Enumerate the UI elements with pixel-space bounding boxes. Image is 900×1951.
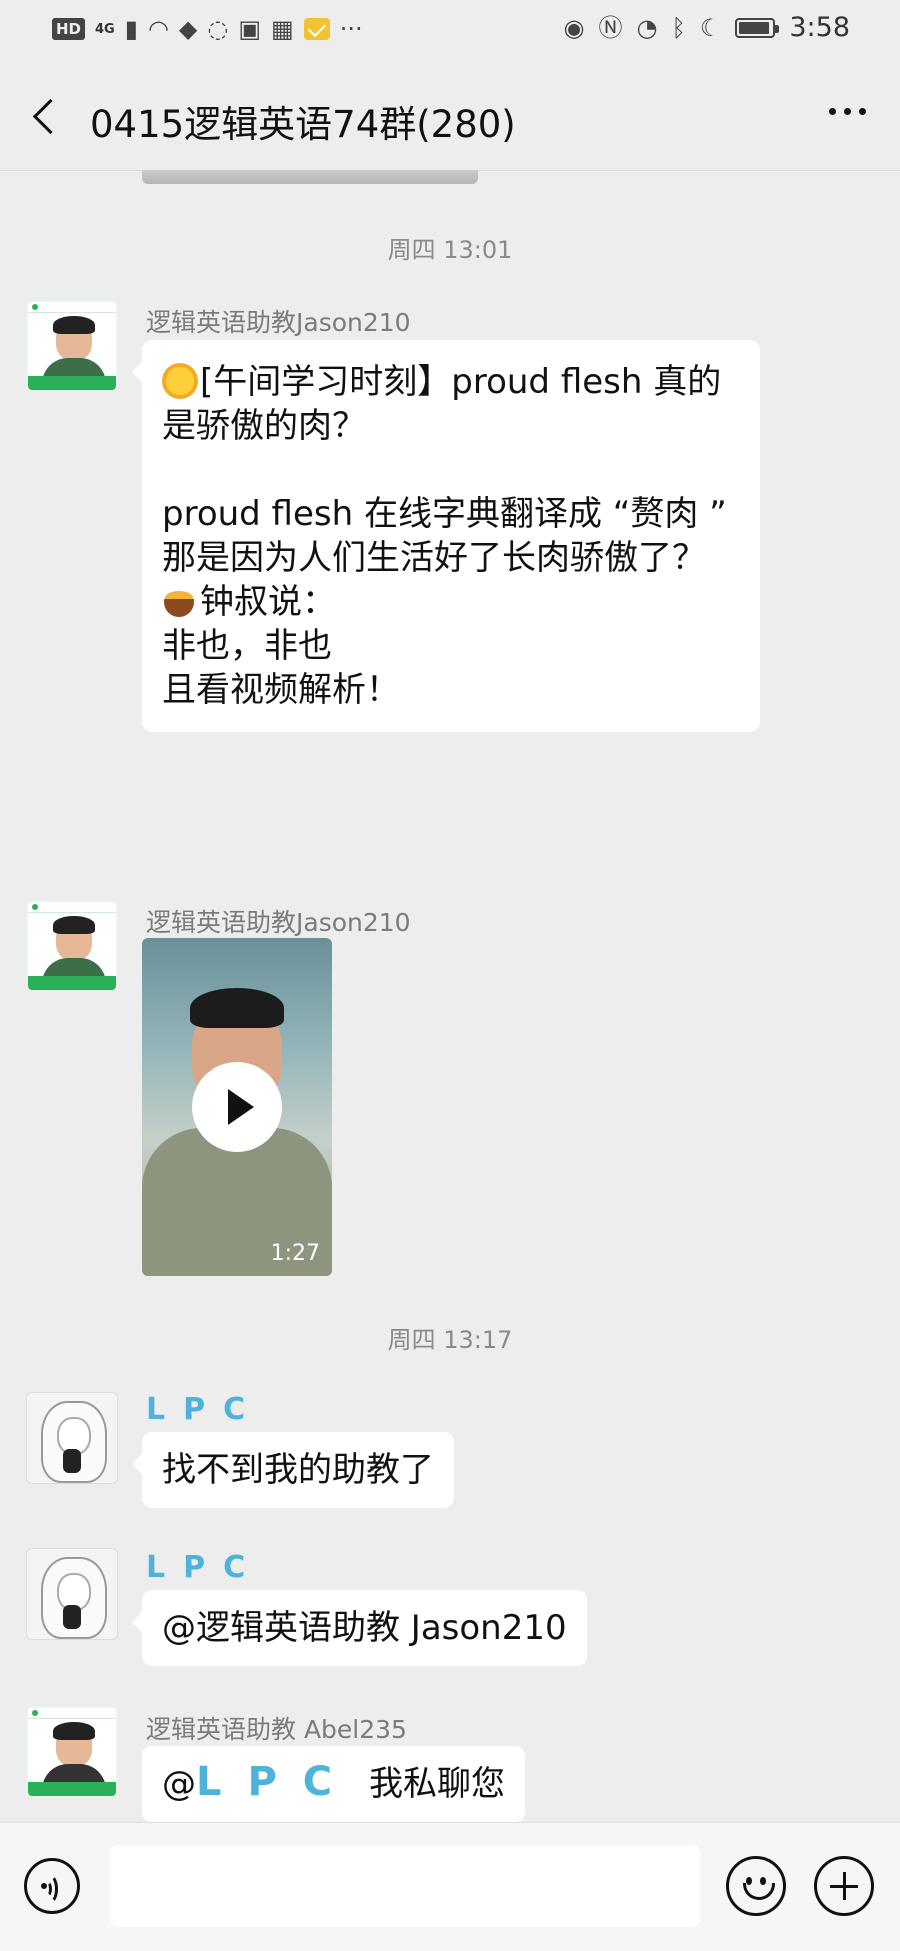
message-bubble[interactable]: 找不到我的助教了: [132, 1432, 454, 1508]
sender-name: LPC: [146, 1550, 264, 1585]
nfc-icon: Ⓝ: [598, 13, 623, 42]
video-message[interactable]: 1:27: [142, 938, 332, 1276]
avatar[interactable]: [26, 300, 118, 392]
message-bubble[interactable]: @LPC 我私聊您: [142, 1746, 525, 1822]
chat-title: 0415逻辑英语74群(280): [90, 103, 516, 146]
clock-time: 3:58: [789, 12, 850, 43]
avatar[interactable]: [26, 1392, 118, 1484]
message-text: @逻辑英语助教 Jason210: [162, 1608, 567, 1648]
avatar[interactable]: [26, 1548, 118, 1640]
video-duration: 1:27: [270, 1241, 320, 1266]
bluetooth-icon: ᛒ: [671, 13, 686, 42]
mail-icon: [303, 18, 330, 40]
message-bubble[interactable]: [午间学习时刻】proud flesh 真的是骄傲的肉？ proud flesh…: [132, 340, 760, 732]
wifi-icon: ◠: [147, 15, 169, 43]
qq-icon: ◆: [178, 15, 198, 43]
chat-header: 0415逻辑英语74群(280): [0, 60, 900, 171]
more-notifications: ···: [339, 15, 363, 43]
mention[interactable]: LPC: [196, 1759, 358, 1805]
hand-icon: ▣: [238, 15, 262, 43]
status-right: ◉ Ⓝ ◔ ᛒ ☾ 3:58: [564, 12, 850, 43]
back-arrow-icon[interactable]: [28, 98, 64, 134]
timestamp: 周四 13:01: [387, 236, 513, 264]
previous-message-image[interactable]: [142, 170, 478, 184]
timestamp: 周四 13:17: [387, 1326, 513, 1354]
moon-icon: ☾: [699, 13, 722, 42]
message-text: [午间学习时刻】proud flesh 真的是骄傲的肉？: [162, 362, 722, 446]
network-type: 4G: [95, 21, 115, 37]
message-input[interactable]: [110, 1845, 700, 1927]
message-text: 找不到我的助教了: [162, 1450, 434, 1490]
hd-badge: HD: [52, 18, 86, 40]
chat-icon: ◌: [207, 15, 229, 43]
more-dots-icon[interactable]: [829, 108, 866, 115]
input-bar: [0, 1822, 900, 1951]
eye-icon: ◉: [563, 13, 585, 42]
sender-name: 逻辑英语助教 Abel235: [146, 1715, 407, 1744]
play-icon[interactable]: [192, 1062, 282, 1152]
alarm-icon: ◔: [636, 13, 658, 42]
emoji-icon[interactable]: [726, 1856, 786, 1916]
sun-icon: [162, 363, 198, 399]
message-bubble[interactable]: @逻辑英语助教 Jason210: [132, 1590, 587, 1666]
message-text: 我私聊您: [358, 1764, 505, 1804]
plus-icon[interactable]: [814, 1856, 874, 1916]
battery-icon: [735, 17, 780, 38]
message-text: 钟叔说：: [200, 582, 336, 622]
avatar[interactable]: [26, 1706, 118, 1798]
message-text: proud flesh 在线字典翻译成 “赘肉 ” 那是因为人们生活好了长肉骄傲…: [162, 494, 727, 578]
avatar[interactable]: [26, 900, 118, 992]
sender-name: 逻辑英语助教Jason210: [146, 908, 411, 937]
status-left: HD 4G ▮ ◠ ◆ ◌ ▣ ▦ ···: [52, 14, 363, 44]
message-text: @: [162, 1764, 196, 1804]
bowl-icon: [162, 585, 196, 619]
signal-icon: ▮: [124, 15, 138, 43]
sender-name: LPC: [146, 1392, 264, 1427]
message-text: 且看视频解析！: [162, 670, 400, 710]
huawei-icon: ▦: [271, 15, 294, 43]
video-thumbnail-hair: [190, 988, 284, 1028]
message-text: 非也，非也: [162, 626, 332, 666]
status-bar: HD 4G ▮ ◠ ◆ ◌ ▣ ▦ ··· ◉ Ⓝ ◔ ᛒ ☾ 3:58: [0, 0, 900, 60]
sender-name: 逻辑英语助教Jason210: [146, 308, 411, 337]
voice-icon[interactable]: [24, 1858, 80, 1914]
